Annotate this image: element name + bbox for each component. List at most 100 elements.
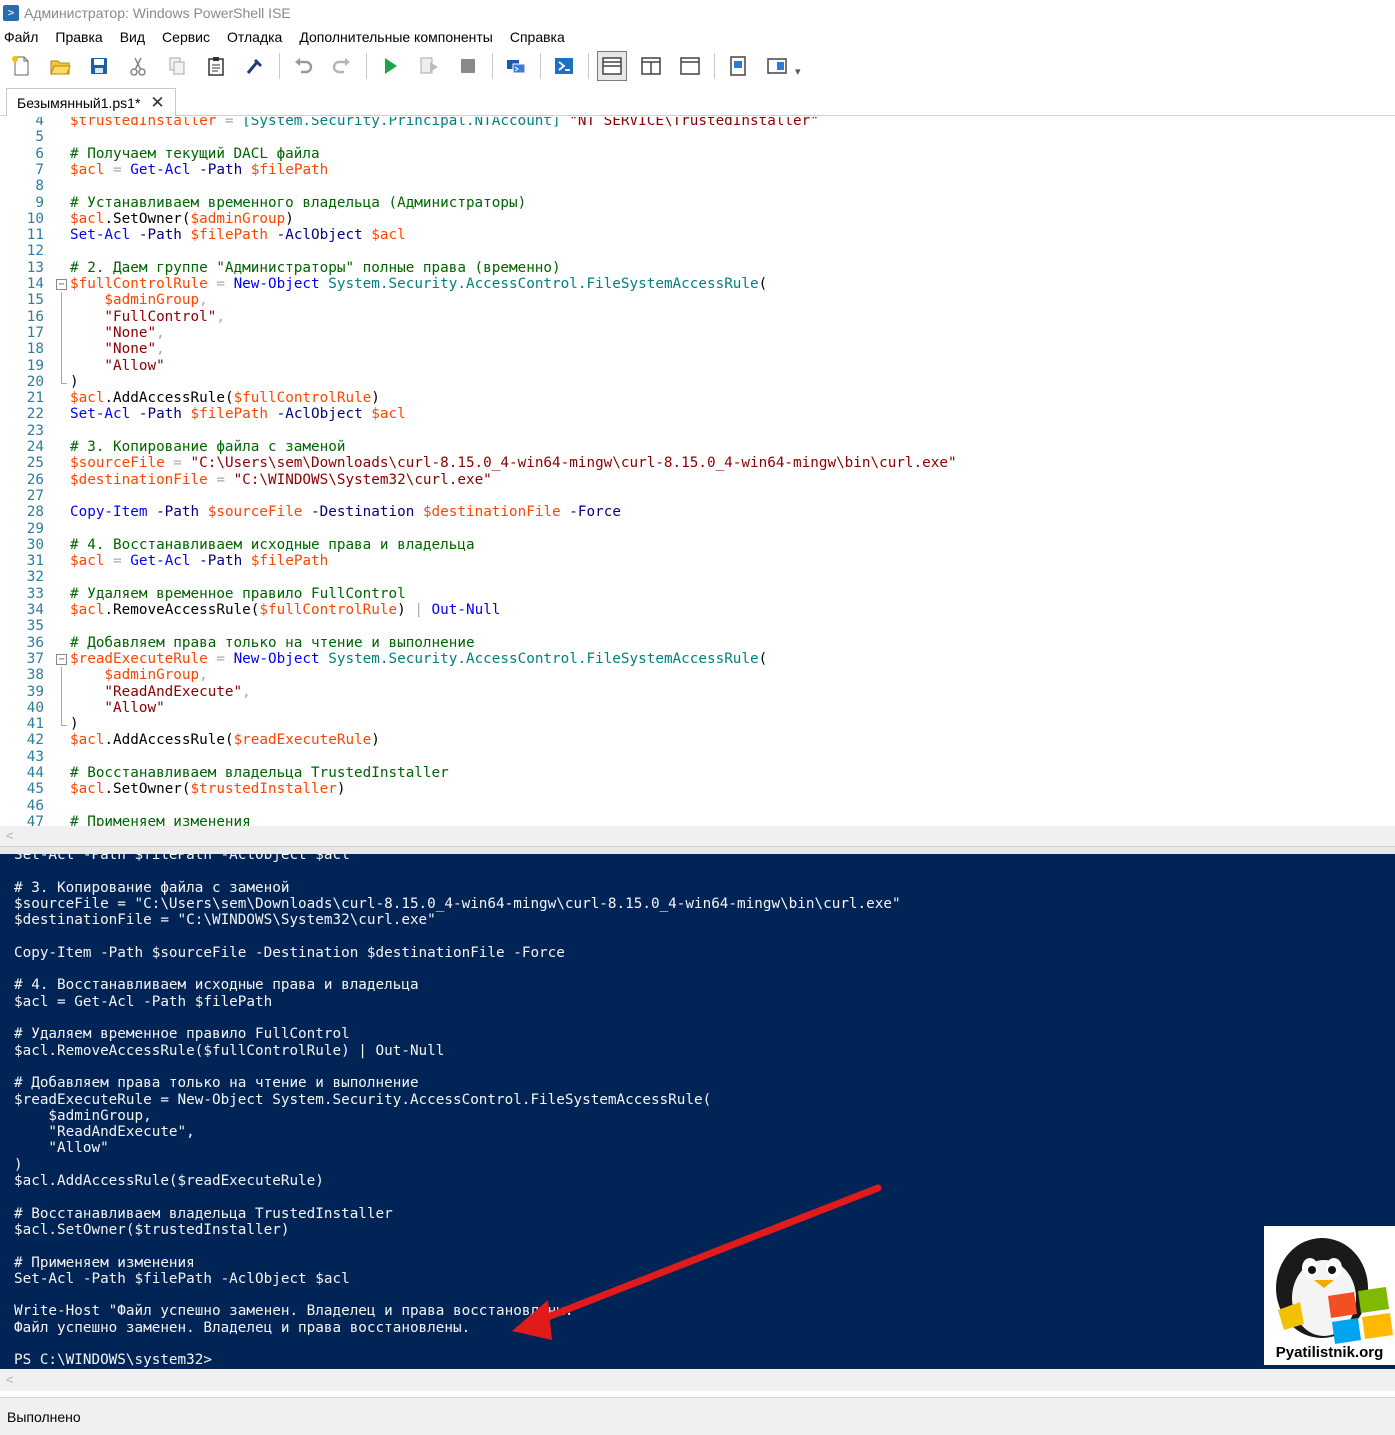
- show-command-window-icon[interactable]: [723, 51, 753, 81]
- code-token: -AclObject: [268, 406, 372, 423]
- code-token: Set-Acl: [70, 227, 131, 244]
- tab-script[interactable]: Безымянный1.ps1* ✕: [6, 88, 176, 116]
- console-pane[interactable]: Set-Acl -Path $filePath -AclObject $acl #…: [0, 854, 1395, 1369]
- stop-icon[interactable]: [453, 51, 483, 81]
- fold-guide-end: [61, 725, 67, 727]
- scroll-left-icon[interactable]: <: [6, 828, 14, 843]
- menu-item[interactable]: Сервис: [158, 29, 218, 45]
- line-number: 27: [26, 487, 44, 504]
- fold-guide-end: [61, 382, 67, 384]
- line-number: 6: [35, 145, 44, 162]
- line-number: 23: [26, 422, 44, 439]
- code-text: "ReadAndExecute",: [70, 684, 250, 701]
- menu-item[interactable]: Справка: [506, 29, 573, 45]
- code-token: =: [207, 650, 234, 667]
- menu-item[interactable]: Правка: [51, 29, 110, 45]
- show-command-addon-icon[interactable]: [762, 51, 792, 81]
- line-number: 17: [26, 324, 44, 341]
- menu-item[interactable]: Дополнительные компоненты: [295, 29, 501, 45]
- code-line: 41): [0, 716, 1395, 733]
- open-icon[interactable]: [45, 51, 75, 81]
- status-bar: Выполнено: [0, 1397, 1395, 1435]
- code-token: $destinationFile: [422, 504, 561, 521]
- new-icon[interactable]: [6, 51, 36, 81]
- show-script-maximized-icon[interactable]: [675, 51, 705, 81]
- line-number: 42: [26, 732, 44, 749]
- start-powershell-icon[interactable]: [549, 51, 579, 81]
- code-token: -Path: [190, 161, 251, 178]
- code-line: 15 $adminGroup,: [0, 292, 1395, 310]
- close-icon[interactable]: ✕: [150, 93, 164, 113]
- copy-icon[interactable]: [162, 51, 192, 81]
- paste-icon[interactable]: [201, 51, 231, 81]
- line-number: 29: [26, 520, 44, 537]
- code-text: ): [70, 716, 79, 733]
- code-line: 5: [0, 129, 1395, 146]
- console-horizontal-scrollbar[interactable]: <: [0, 1369, 1395, 1391]
- line-number: 39: [26, 683, 44, 700]
- code-line: 22 Set-Acl -Path $filePath -AclObject $ac…: [0, 406, 1395, 423]
- code-token: # 3. Копирование файла с заменой: [70, 439, 346, 455]
- show-script-top-icon[interactable]: [597, 51, 627, 81]
- code-line: 38 $adminGroup,: [0, 667, 1395, 685]
- console-line: Write-Host "Файл успешно заменен. Владел…: [14, 1303, 583, 1320]
- cut-icon[interactable]: [123, 51, 153, 81]
- line-number: 47: [26, 813, 44, 826]
- pane-splitter[interactable]: [0, 846, 1395, 854]
- save-icon[interactable]: [84, 51, 114, 81]
- code-token: =: [207, 276, 234, 292]
- editor-horizontal-scrollbar[interactable]: <: [0, 826, 1395, 846]
- code-token: .AddAccessRule(: [104, 390, 234, 407]
- code-token: $trustedInstaller: [190, 781, 337, 798]
- menu-item[interactable]: Отладка: [223, 29, 290, 45]
- code-text: $acl = Get-Acl -Path $filePath: [70, 162, 328, 179]
- redo-icon[interactable]: [327, 51, 357, 81]
- scroll-left-icon[interactable]: <: [6, 1372, 14, 1387]
- code-token: (: [758, 276, 768, 292]
- code-token: # 4. Восстанавливаем исходные права и вл…: [70, 536, 475, 553]
- code-text: # 2. Даем группе "Администраторы" полные…: [70, 260, 561, 277]
- run-icon[interactable]: [375, 51, 405, 81]
- undo-icon[interactable]: [288, 51, 318, 81]
- code-line: 26 $destinationFile = "C:\WINDOWS\System3…: [0, 472, 1395, 489]
- code-text: # Применяем изменения: [70, 814, 251, 826]
- console-line: $acl.SetOwner($trustedInstaller): [14, 1221, 290, 1238]
- code-token: $sourceFile: [207, 504, 303, 521]
- menu-item[interactable]: Вид: [116, 29, 153, 45]
- remote-powershell-icon[interactable]: [501, 51, 531, 81]
- code-line: 12: [0, 243, 1395, 260]
- menu-bar: Файл Правка Вид Сервис Отладка Дополнительные…: [0, 25, 1395, 49]
- show-script-right-icon[interactable]: [636, 51, 666, 81]
- code-token: ): [371, 390, 380, 407]
- line-number: 18: [26, 341, 44, 358]
- menu-item[interactable]: Файл: [0, 29, 46, 45]
- script-editor[interactable]: 4 $trustedInstaller = [System.Security.Pr…: [0, 117, 1395, 826]
- code-token: ): [70, 716, 79, 733]
- code-token: # Восстанавливаем владельца TrustedInsta…: [70, 765, 449, 781]
- toolbar-overflow-icon[interactable]: ▾: [795, 65, 801, 78]
- fold-guide: [61, 683, 62, 701]
- collapse-icon[interactable]: −: [56, 279, 67, 290]
- code-line: 46: [0, 798, 1395, 815]
- code-token: -Destination: [302, 504, 423, 521]
- code-text: # Восстанавливаем владельца TrustedInsta…: [70, 765, 449, 782]
- clear-console-icon[interactable]: [240, 51, 270, 81]
- fold-guide: [61, 373, 62, 383]
- collapse-icon[interactable]: −: [56, 653, 67, 665]
- code-token: $acl: [70, 210, 105, 227]
- code-line: 14 − $fullControlRule = New-Object System.…: [0, 276, 1395, 293]
- line-number: 32: [26, 569, 44, 586]
- run-selection-icon[interactable]: [414, 51, 444, 81]
- code-token: "None": [70, 324, 157, 341]
- line-number: 31: [26, 553, 44, 570]
- console-line: $acl.AddAccessRule($readExecuteRule): [14, 1173, 324, 1189]
- line-number: 43: [26, 748, 44, 765]
- console-line: $destinationFile = "C:\WINDOWS\System32\…: [14, 912, 436, 929]
- code-token: $filePath: [190, 227, 268, 244]
- code-line: 25 $sourceFile = "C:\Users\sem\Downloads\…: [0, 455, 1395, 472]
- code-token: $adminGroup: [70, 667, 200, 684]
- code-token: ,: [156, 341, 165, 358]
- code-token: Out-Null: [431, 602, 501, 618]
- line-number: 36: [26, 634, 44, 651]
- title-bar: > Администратор: Windows PowerShell ISE: [0, 0, 1395, 25]
